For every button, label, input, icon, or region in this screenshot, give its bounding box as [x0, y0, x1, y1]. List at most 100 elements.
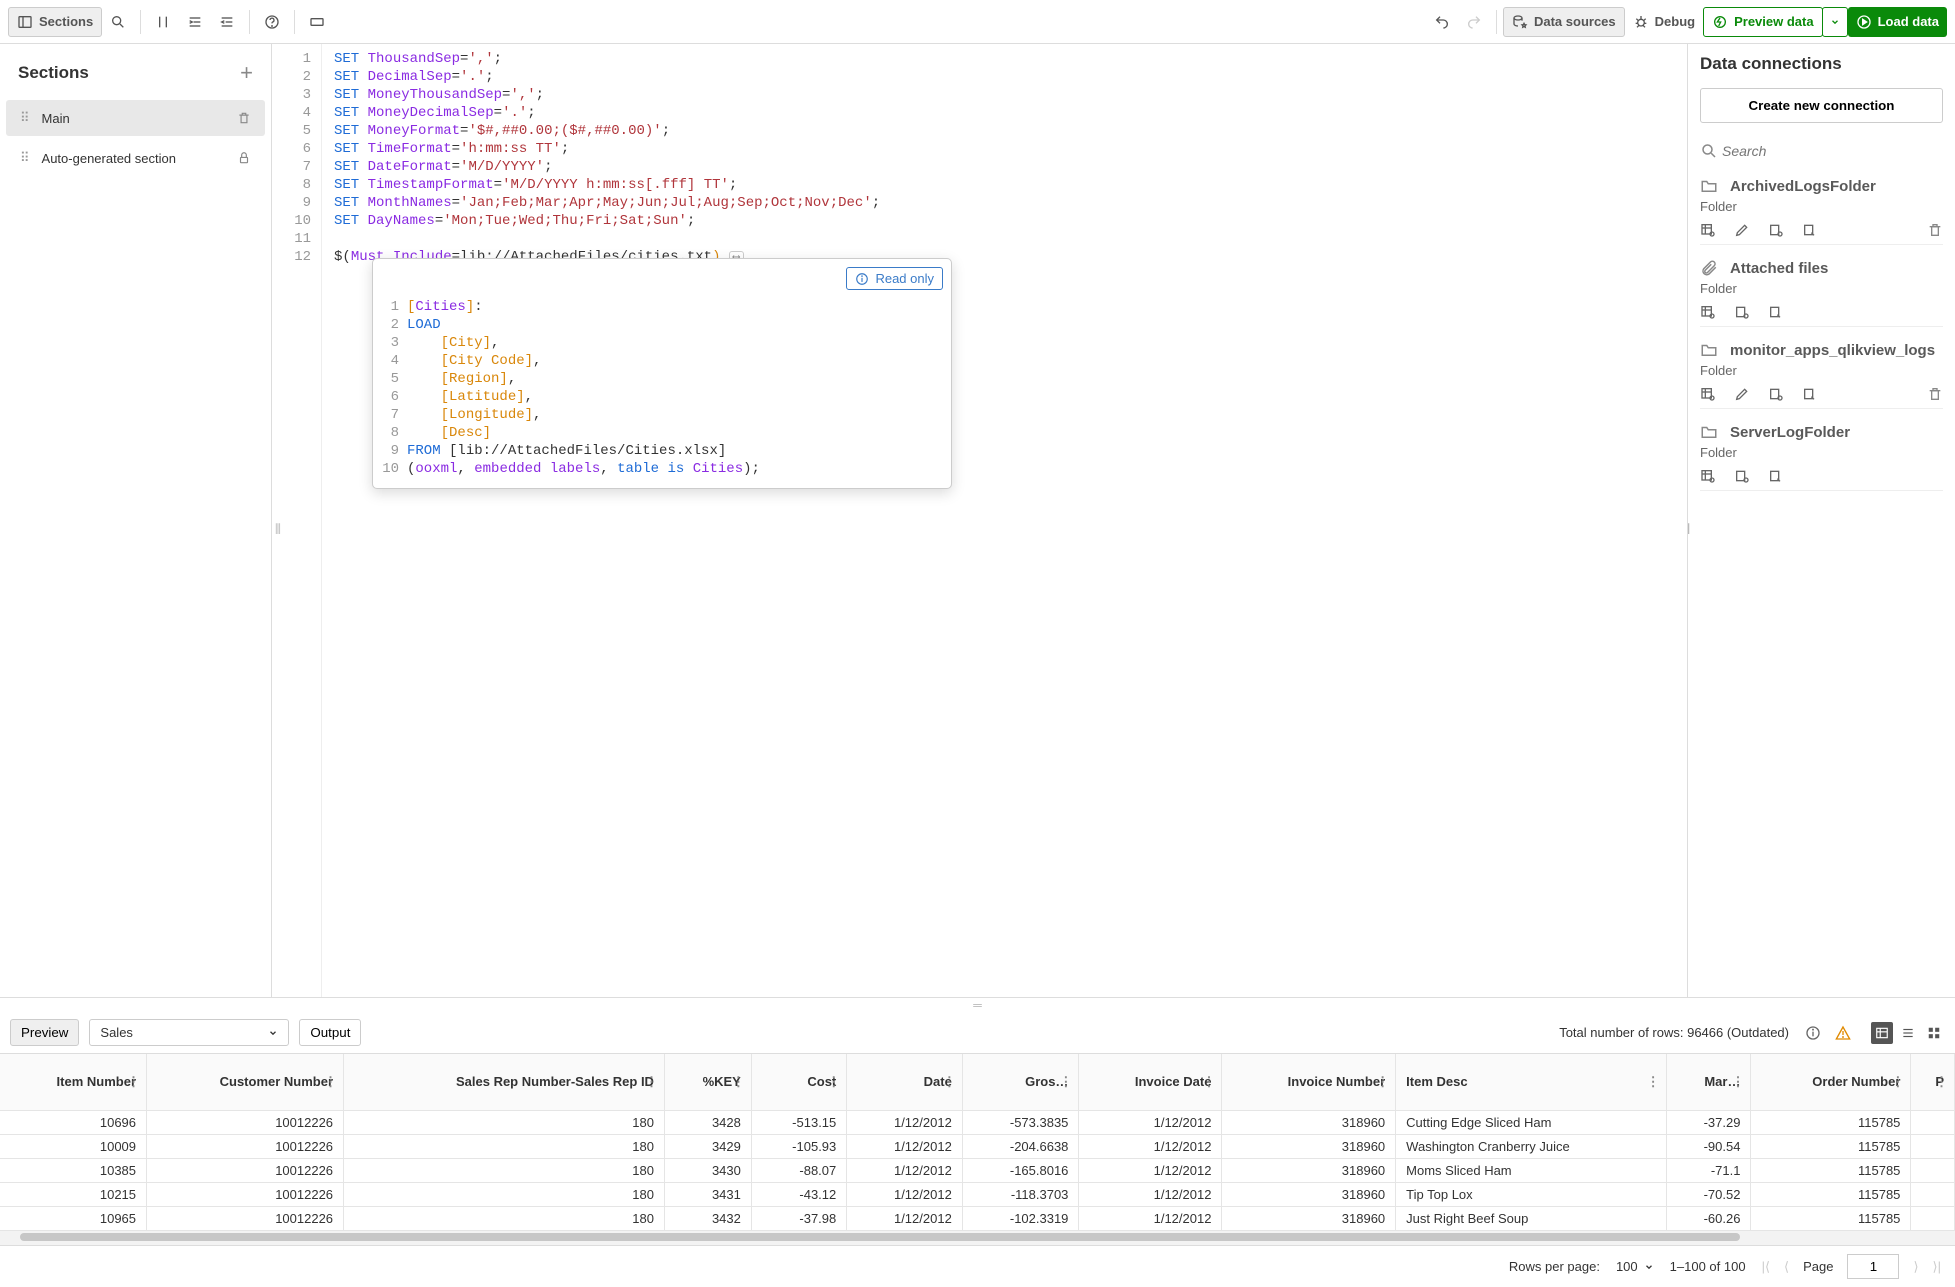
column-header[interactable]: Item Desc⋮	[1396, 1054, 1666, 1110]
table-cell: Tip Top Lox	[1396, 1182, 1666, 1206]
outdent-button[interactable]	[211, 7, 243, 37]
add-section-button[interactable]: +	[240, 60, 253, 86]
table-cell: -60.26	[1666, 1206, 1751, 1230]
search-icon	[110, 14, 126, 30]
comment-button[interactable]	[147, 7, 179, 37]
column-header[interactable]: Customer Number⋮	[147, 1054, 344, 1110]
insert-icon[interactable]	[1700, 468, 1716, 484]
table-cell: Moms Sliced Ham	[1396, 1158, 1666, 1182]
horizontal-scrollbar[interactable]	[0, 1231, 1955, 1245]
redo-button[interactable]	[1458, 7, 1490, 37]
create-connection-button[interactable]: Create new connection	[1700, 88, 1943, 123]
indent-button[interactable]	[179, 7, 211, 37]
next-page-button[interactable]: ⟩	[1913, 1259, 1918, 1275]
connection-item: monitor_apps_qlikview_logsFolder	[1700, 341, 1943, 409]
view-icon[interactable]	[1768, 468, 1784, 484]
column-header[interactable]: Invoice Date⋮	[1079, 1054, 1222, 1110]
drag-handle-icon[interactable]: ⠿	[20, 110, 28, 126]
view-grid-icon[interactable]	[1923, 1022, 1945, 1044]
select-icon[interactable]	[1768, 222, 1784, 238]
select-icon[interactable]	[1734, 468, 1750, 484]
load-data-button[interactable]: Load data	[1848, 7, 1947, 37]
attach-icon	[1700, 259, 1718, 277]
view-icon[interactable]	[1802, 386, 1818, 402]
table-cell: 10012226	[147, 1182, 344, 1206]
play-circle-icon	[1856, 14, 1872, 30]
info-icon[interactable]	[1805, 1025, 1821, 1041]
column-menu-icon[interactable]: ⋮	[943, 1074, 956, 1090]
insert-icon[interactable]	[1700, 304, 1716, 320]
column-menu-icon[interactable]: ⋮	[1059, 1074, 1072, 1090]
output-tab[interactable]: Output	[299, 1019, 361, 1046]
column-header[interactable]: Sales Rep Number-Sales Rep ID⋮	[344, 1054, 665, 1110]
column-menu-icon[interactable]: ⋮	[1731, 1074, 1744, 1090]
column-menu-icon[interactable]: ⋮	[645, 1074, 658, 1090]
script-editor[interactable]: 123456789101112 SET ThousandSep=','; SET…	[272, 44, 1687, 997]
column-header[interactable]: %KEY⋮	[664, 1054, 751, 1110]
outdent-icon	[219, 14, 235, 30]
section-item[interactable]: ⠿Main	[6, 100, 265, 136]
column-header[interactable]: Item Number⋮	[0, 1054, 147, 1110]
column-header[interactable]: Cost⋮	[751, 1054, 846, 1110]
column-menu-icon[interactable]: ⋮	[1891, 1074, 1904, 1090]
resize-handle[interactable]: ⦀	[275, 521, 281, 538]
select-icon[interactable]	[1768, 386, 1784, 402]
section-item[interactable]: ⠿Auto-generated section	[6, 140, 265, 176]
column-menu-icon[interactable]: ⋮	[1376, 1074, 1389, 1090]
column-menu-icon[interactable]: ⋮	[827, 1074, 840, 1090]
trash-icon[interactable]	[1927, 222, 1943, 238]
edit-icon[interactable]	[1734, 222, 1750, 238]
view-icon[interactable]	[1802, 222, 1818, 238]
preview-table: Item Number⋮Customer Number⋮Sales Rep Nu…	[0, 1054, 1955, 1231]
page-range: 1–100 of 100	[1670, 1259, 1746, 1274]
column-menu-icon[interactable]: ⋮	[1202, 1074, 1215, 1090]
connection-type: Folder	[1700, 445, 1943, 460]
collapse-handle[interactable]: ⦀	[1687, 521, 1690, 538]
column-header[interactable]: Invoice Number⋮	[1222, 1054, 1396, 1110]
data-sources-button[interactable]: Data sources	[1503, 7, 1625, 37]
trash-icon[interactable]	[237, 111, 251, 125]
keyboard-button[interactable]	[301, 7, 333, 37]
connection-search-input[interactable]	[1718, 139, 1943, 163]
undo-button[interactable]	[1426, 7, 1458, 37]
column-header[interactable]: Gros…⋮	[962, 1054, 1079, 1110]
column-menu-icon[interactable]: ⋮	[1647, 1074, 1660, 1090]
preview-dropdown[interactable]	[1822, 7, 1848, 37]
column-header[interactable]: Order Number⋮	[1751, 1054, 1911, 1110]
view-list-icon[interactable]	[1897, 1022, 1919, 1044]
edit-icon[interactable]	[1734, 386, 1750, 402]
table-cell: 3430	[664, 1158, 751, 1182]
connection-name: Attached files	[1730, 260, 1828, 277]
insert-icon[interactable]	[1700, 222, 1716, 238]
column-menu-icon[interactable]: ⋮	[732, 1074, 745, 1090]
column-menu-icon[interactable]: ⋮	[127, 1074, 140, 1090]
column-menu-icon[interactable]: ⋮	[324, 1074, 337, 1090]
prev-page-button[interactable]: ⟨	[1784, 1259, 1789, 1275]
debug-button[interactable]: Debug	[1625, 7, 1703, 37]
view-icon[interactable]	[1768, 304, 1784, 320]
connections-title: Data connections	[1700, 54, 1943, 74]
help-button[interactable]	[256, 7, 288, 37]
column-header[interactable]: Mar…⋮	[1666, 1054, 1751, 1110]
table-select[interactable]: Sales	[89, 1019, 289, 1046]
folder-icon	[1700, 177, 1718, 195]
first-page-button[interactable]: |⟨	[1762, 1259, 1770, 1275]
column-header[interactable]: P⋮	[1911, 1054, 1955, 1110]
trash-icon[interactable]	[1927, 386, 1943, 402]
table-row: 10696100122261803428-513.151/12/2012-573…	[0, 1110, 1955, 1134]
last-page-button[interactable]: ⟩|	[1933, 1259, 1941, 1275]
view-table-icon[interactable]	[1871, 1022, 1893, 1044]
table-cell: 180	[344, 1134, 665, 1158]
preview-tab[interactable]: Preview	[10, 1019, 79, 1046]
column-menu-icon[interactable]: ⋮	[1935, 1074, 1948, 1090]
preview-data-button[interactable]: Preview data	[1703, 7, 1823, 37]
select-icon[interactable]	[1734, 304, 1750, 320]
warning-icon[interactable]	[1835, 1025, 1851, 1041]
insert-icon[interactable]	[1700, 386, 1716, 402]
page-input[interactable]	[1847, 1254, 1899, 1279]
search-button[interactable]	[102, 7, 134, 37]
drag-handle-icon[interactable]: ⠿	[20, 150, 28, 166]
column-header[interactable]: Date⋮	[847, 1054, 963, 1110]
rows-per-page-select[interactable]: 100	[1616, 1259, 1654, 1274]
sections-button[interactable]: Sections	[8, 7, 102, 37]
